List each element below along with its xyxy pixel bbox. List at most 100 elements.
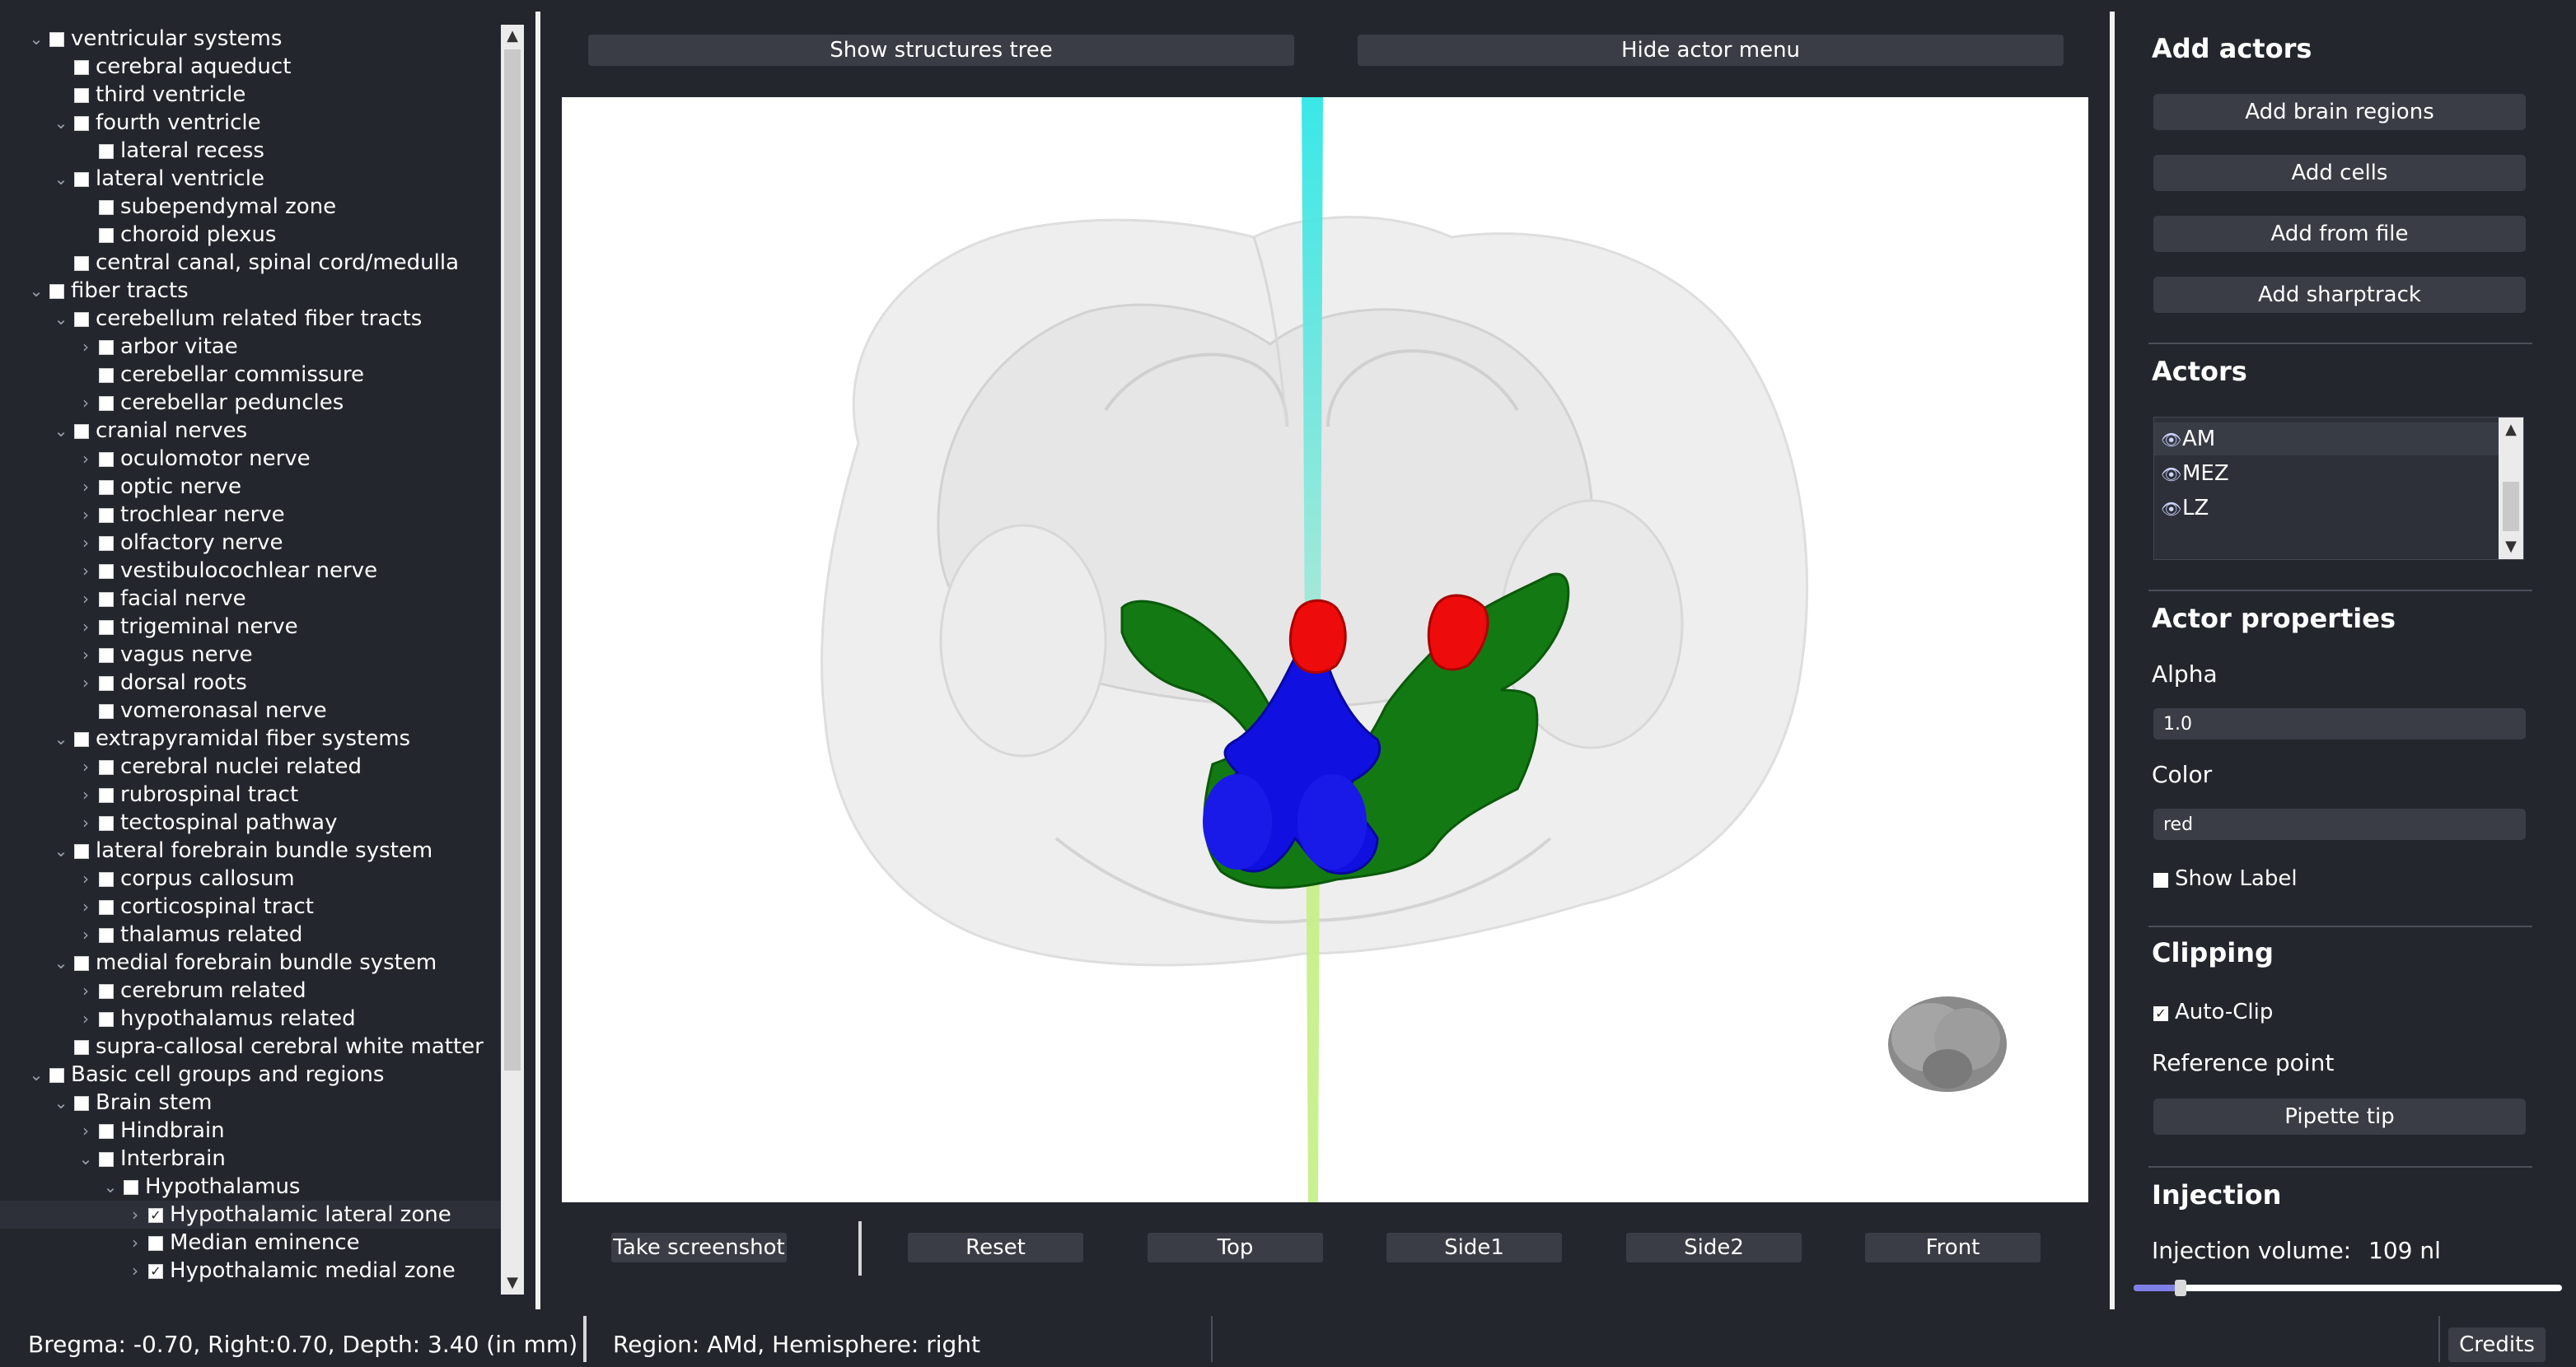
side1-view-button[interactable]: Side1 — [1386, 1233, 1562, 1262]
tree-item[interactable]: › Median eminence — [0, 1229, 503, 1257]
chevron-down-icon[interactable]: ⌄ — [53, 417, 69, 445]
side2-view-button[interactable]: Side2 — [1626, 1233, 1802, 1262]
tree-item[interactable]: › olfactory nerve — [0, 529, 503, 557]
chevron-right-icon[interactable]: › — [77, 1117, 94, 1145]
tree-item[interactable]: central canal, spinal cord/medulla — [0, 249, 503, 277]
show-structures-tree-button[interactable]: Show structures tree — [588, 35, 1294, 66]
scroll-up-arrow-icon[interactable]: ▲ — [501, 25, 524, 48]
tree-item-checkbox[interactable] — [74, 844, 89, 859]
tree-item[interactable]: › Hindbrain — [0, 1117, 503, 1145]
tree-item[interactable]: › ✓ Hypothalamic lateral zone — [0, 1201, 503, 1229]
injection-slider-handle[interactable] — [2175, 1280, 2187, 1296]
tree-item-checkbox[interactable] — [99, 760, 114, 775]
tree-item[interactable]: › tectospinal pathway — [0, 809, 503, 837]
take-screenshot-button[interactable]: Take screenshot — [611, 1233, 787, 1262]
pipette-tip-button[interactable]: Pipette tip — [2153, 1099, 2526, 1135]
tree-item[interactable]: › ✓ Hypothalamic medial zone — [0, 1257, 503, 1285]
tree-item[interactable]: cerebellar commissure — [0, 361, 503, 389]
actor-item[interactable]: 👁AM — [2154, 422, 2499, 455]
chevron-right-icon[interactable]: › — [77, 501, 94, 529]
chevron-right-icon[interactable]: › — [77, 753, 94, 781]
tree-item[interactable]: ⌄ extrapyramidal fiber systems — [0, 725, 503, 753]
chevron-right-icon[interactable]: › — [77, 557, 94, 585]
tree-item[interactable]: › trochlear nerve — [0, 501, 503, 529]
tree-item[interactable]: ⌄ Basic cell groups and regions — [0, 1061, 503, 1089]
tree-item[interactable]: › vagus nerve — [0, 641, 503, 669]
tree-item-checkbox[interactable] — [99, 144, 114, 159]
tree-item-checkbox[interactable] — [99, 676, 114, 691]
tree-item[interactable]: › dorsal roots — [0, 669, 503, 697]
tree-item-checkbox[interactable] — [74, 732, 89, 747]
tree-item-checkbox[interactable] — [74, 1040, 89, 1055]
tree-item[interactable]: ⌄ ventricular systems — [0, 25, 503, 53]
tree-item-checkbox[interactable] — [99, 228, 114, 243]
tree-item[interactable]: ⌄ fourth ventricle — [0, 109, 503, 137]
chevron-right-icon[interactable]: › — [77, 865, 94, 893]
tree-item-checkbox[interactable] — [99, 648, 114, 663]
chevron-right-icon[interactable]: › — [77, 529, 94, 557]
tree-item[interactable]: › corticospinal tract — [0, 893, 503, 921]
tree-item[interactable]: › optic nerve — [0, 473, 503, 501]
add-from-file-button[interactable]: Add from file — [2153, 216, 2526, 252]
eye-icon[interactable]: 👁 — [2161, 458, 2182, 491]
chevron-down-icon[interactable]: ⌄ — [53, 109, 69, 137]
chevron-down-icon[interactable]: ⌄ — [53, 1089, 69, 1117]
scroll-down-arrow-icon[interactable]: ▼ — [501, 1271, 524, 1295]
chevron-down-icon[interactable]: ⌄ — [102, 1173, 119, 1201]
tree-item[interactable]: › cerebellar peduncles — [0, 389, 503, 417]
chevron-right-icon[interactable]: › — [77, 977, 94, 1005]
chevron-right-icon[interactable]: › — [77, 809, 94, 837]
reset-view-button[interactable]: Reset — [908, 1233, 1083, 1262]
tree-item-checkbox[interactable] — [99, 1012, 114, 1027]
tree-item-checkbox[interactable] — [99, 200, 114, 215]
chevron-right-icon[interactable]: › — [127, 1201, 143, 1229]
chevron-down-icon[interactable]: ⌄ — [77, 1145, 94, 1173]
scroll-up-arrow-icon[interactable]: ▲ — [2499, 418, 2523, 442]
hide-actor-menu-button[interactable]: Hide actor menu — [1358, 35, 2064, 66]
tree-item[interactable]: ⌄ Brain stem — [0, 1089, 503, 1117]
tree-item[interactable]: › vestibulocochlear nerve — [0, 557, 503, 585]
tree-item-checkbox[interactable] — [49, 32, 64, 47]
add-brain-regions-button[interactable]: Add brain regions — [2153, 94, 2526, 130]
tree-item[interactable]: vomeronasal nerve — [0, 697, 503, 725]
tree-item[interactable]: › cerebrum related — [0, 977, 503, 1005]
tree-item-checkbox[interactable] — [99, 984, 114, 999]
tree-scrollbar[interactable]: ▲ ▼ — [501, 25, 524, 1295]
chevron-down-icon[interactable]: ⌄ — [28, 1061, 44, 1089]
tree-item-checkbox[interactable] — [74, 1096, 89, 1111]
tree-item[interactable]: › corpus callosum — [0, 865, 503, 893]
tree-item-checkbox[interactable] — [99, 900, 114, 915]
tree-item-checkbox[interactable] — [74, 424, 89, 439]
tree-item-checkbox[interactable] — [99, 564, 114, 579]
chevron-down-icon[interactable]: ⌄ — [53, 305, 69, 333]
chevron-right-icon[interactable]: › — [77, 613, 94, 641]
chevron-right-icon[interactable]: › — [77, 473, 94, 501]
chevron-right-icon[interactable]: › — [77, 781, 94, 809]
tree-item-checkbox[interactable] — [124, 1180, 138, 1195]
tree-item[interactable]: third ventricle — [0, 81, 503, 109]
tree-item-checkbox[interactable] — [49, 284, 64, 299]
color-input[interactable] — [2153, 809, 2526, 840]
tree-item-checkbox[interactable] — [74, 172, 89, 187]
actor-item[interactable]: 👁LZ — [2154, 492, 2499, 525]
tree-item-checkbox[interactable] — [99, 872, 114, 887]
chevron-down-icon[interactable]: ⌄ — [28, 277, 44, 305]
tree-item-checkbox[interactable] — [99, 816, 114, 831]
actors-list[interactable]: 👁AM 👁MEZ 👁LZ ▲ ▼ — [2153, 417, 2524, 560]
chevron-right-icon[interactable]: › — [77, 921, 94, 949]
chevron-right-icon[interactable]: › — [77, 445, 94, 473]
3d-viewer[interactable] — [562, 97, 2088, 1202]
tree-item-checkbox[interactable] — [148, 1236, 163, 1251]
tree-item[interactable]: › facial nerve — [0, 585, 503, 613]
tree-item-checkbox[interactable] — [74, 88, 89, 103]
tree-item-checkbox[interactable] — [99, 1152, 114, 1167]
tree-item-checkbox[interactable] — [99, 396, 114, 411]
chevron-right-icon[interactable]: › — [77, 1005, 94, 1033]
chevron-right-icon[interactable]: › — [77, 893, 94, 921]
tree-item-checkbox[interactable] — [74, 256, 89, 271]
tree-item-checkbox[interactable] — [74, 60, 89, 75]
chevron-down-icon[interactable]: ⌄ — [53, 165, 69, 193]
tree-item[interactable]: ⌄ lateral ventricle — [0, 165, 503, 193]
add-sharptrack-button[interactable]: Add sharptrack — [2153, 277, 2526, 313]
tree-item[interactable]: › oculomotor nerve — [0, 445, 503, 473]
